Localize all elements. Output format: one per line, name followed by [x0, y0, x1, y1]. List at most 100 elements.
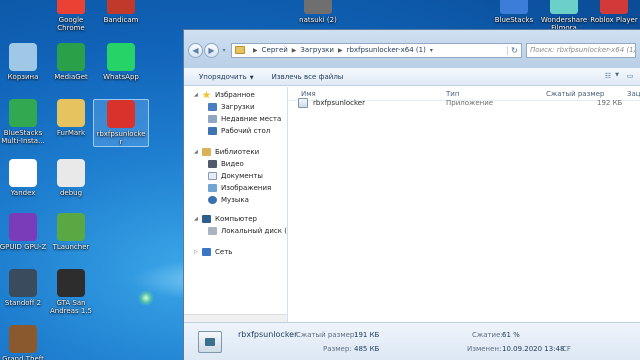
expand-icon[interactable]: ◢: [194, 216, 199, 222]
address-row: ◀ ▶ ▾ ▶ Сергей ▶ Загрузки ▶ rbxfpsunlock…: [188, 42, 636, 58]
column-name[interactable]: Имя: [301, 90, 316, 98]
desktop-icon-mediaget[interactable]: MediaGet: [43, 43, 99, 81]
bluestacks-icon: [500, 0, 528, 14]
desktop-icon-gta-sa[interactable]: GTA San Andreas 1.5: [43, 269, 99, 315]
desktop-icon-label: Roblox Player: [590, 16, 638, 24]
details-file-name: rbxfpsunlocker: [238, 330, 298, 339]
forward-button[interactable]: ▶: [204, 42, 219, 58]
desktop-icon-roblox-player[interactable]: Roblox Player: [586, 0, 640, 24]
details-date-label: Изменен:: [467, 345, 502, 353]
search-input[interactable]: Поиск: rbxfpsunlocker-x64 (1) ⌕: [526, 42, 636, 58]
nav-favorites[interactable]: ◢ Избранное: [194, 90, 255, 100]
nav-documents[interactable]: Документы: [208, 171, 263, 181]
whatsapp-icon: [107, 43, 135, 71]
standoff2-icon: [9, 269, 37, 297]
documents-icon: [208, 172, 217, 180]
file-compressed-size: 192 КБ: [597, 99, 623, 107]
chevron-down-icon[interactable]: ▾: [430, 47, 433, 54]
desktop-icon-grand-theft[interactable]: Grand Theft: [0, 325, 51, 360]
column-extra[interactable]: Зац: [627, 90, 640, 98]
desktop-icon-tlauncher[interactable]: TLauncher: [43, 213, 99, 251]
details-ratio-value: 61 %: [502, 331, 520, 339]
chevron-right-icon: ▶: [337, 46, 343, 54]
column-compressed-size[interactable]: Сжатый размер: [546, 90, 604, 98]
window-frame: ◀ ▶ ▾ ▶ Сергей ▶ Загрузки ▶ rbxfpsunlock…: [184, 30, 640, 68]
back-button[interactable]: ◀: [188, 42, 203, 58]
desktop-icon-label: MediaGet: [54, 73, 88, 81]
organize-button[interactable]: Упорядочить ▼: [199, 73, 254, 81]
desktop-icon-label: debug: [59, 189, 83, 197]
nav-label: Компьютер: [215, 215, 257, 223]
desktop-icon-bluestacks[interactable]: BlueStacks: [486, 0, 542, 24]
yandex-icon: [9, 159, 37, 187]
navigation-pane: ◢ Избранное Загрузки Недавние места Рабо…: [184, 87, 288, 323]
history-dropdown-icon[interactable]: ▾: [220, 47, 228, 54]
details-compressed-label: Сжатый размер:: [296, 331, 357, 339]
breadcrumb-item[interactable]: Сергей: [262, 46, 288, 54]
view-options-icon[interactable]: ☷: [602, 72, 614, 82]
expand-icon[interactable]: ▷: [194, 249, 199, 255]
desktop-icon-label: Bandicam: [103, 16, 139, 24]
desktop-icon-label: BlueStacks: [494, 16, 534, 24]
desktop-icon-bandicam[interactable]: Bandicam: [93, 0, 149, 24]
desktop-icon-wondershare[interactable]: Wondershare Filmora: [536, 0, 592, 32]
desktop-icon-label: WhatsApp: [103, 73, 139, 81]
nav-label: Сеть: [215, 248, 233, 256]
desktop-icon-label: natsuki (2): [299, 16, 337, 24]
table-row[interactable]: rbxfpsunlocker Приложение 192 КБ: [298, 98, 628, 110]
chevron-down-icon[interactable]: ▼: [614, 72, 620, 82]
extract-all-button[interactable]: Извлечь все файлы: [272, 73, 344, 81]
nav-music[interactable]: Музыка: [208, 195, 249, 205]
nav-label: Загрузки: [221, 103, 255, 111]
nav-label: Избранное: [215, 91, 255, 99]
file-name: rbxfpsunlocker: [313, 99, 365, 107]
application-icon: [198, 331, 222, 353]
preview-pane-icon[interactable]: ▭: [624, 72, 636, 82]
nav-images[interactable]: Изображения: [208, 183, 271, 193]
column-type[interactable]: Тип: [446, 90, 459, 98]
recycle-bin-icon: [9, 43, 37, 71]
desktop-icon-rbxfpsunlocker[interactable]: rbxfpsunlocke r: [93, 99, 149, 147]
gta-sa-icon: [57, 269, 85, 297]
nav-label: Видео: [221, 160, 244, 168]
nav-label: Недавние места: [221, 115, 282, 123]
desktop-icon-label: Grand Theft: [2, 355, 44, 360]
desktop-icon-whatsapp[interactable]: WhatsApp: [93, 43, 149, 81]
breadcrumb-item[interactable]: Загрузки: [300, 46, 334, 54]
downloads-folder-icon: [208, 103, 217, 111]
details-size-value: 485 КБ: [354, 345, 380, 353]
desktop-icon-debug[interactable]: debug: [43, 159, 99, 197]
gpuid-icon: [9, 213, 37, 241]
desktop-icon-label: rbxfpsunlocke r: [96, 130, 146, 146]
nav-desktop[interactable]: Рабочий стол: [208, 126, 270, 136]
desktop-icon-natsuki[interactable]: natsuki (2): [290, 0, 346, 24]
nav-recent[interactable]: Недавние места: [208, 114, 281, 124]
nav-network[interactable]: ▷ Сеть: [194, 247, 232, 257]
nav-local-disk[interactable]: Локальный диск (C: [208, 226, 287, 236]
nav-downloads[interactable]: Загрузки: [208, 102, 255, 112]
expand-icon[interactable]: ◢: [194, 92, 199, 98]
chevron-down-icon: ▼: [249, 74, 254, 81]
desktop-icon-furmark[interactable]: FurMark: [43, 99, 99, 137]
details-ratio-label: Сжатие:: [472, 331, 503, 339]
address-bar[interactable]: ▶ Сергей ▶ Загрузки ▶ rbxfpsunlocker-x64…: [231, 42, 522, 58]
details-compressed-value: 191 КБ: [354, 331, 380, 339]
nav-video[interactable]: Видео: [208, 159, 244, 169]
details-date-value: 10.09.2020 13:48: [502, 345, 565, 353]
grand-theft-icon: [9, 325, 37, 353]
recent-places-icon: [208, 115, 217, 123]
nav-libraries[interactable]: ◢ Библиотеки: [194, 147, 259, 157]
nav-computer[interactable]: ◢ Компьютер: [194, 214, 257, 224]
breadcrumb-item[interactable]: rbxfpsunlocker-x64 (1): [347, 46, 426, 54]
desktop-icon-google-chrome[interactable]: Google Chrome: [43, 0, 99, 32]
explorer-window[interactable]: ◀ ▶ ▾ ▶ Сергей ▶ Загрузки ▶ rbxfpsunlock…: [183, 29, 640, 360]
desktop-icon-label: FurMark: [56, 129, 86, 137]
desktop-icon-label: GTA San Andreas 1.5: [50, 299, 92, 315]
libraries-icon: [202, 148, 211, 156]
details-trailing: CF: [562, 345, 571, 353]
desktop-icon-label: Google Chrome: [57, 16, 85, 32]
roblox-player-icon: [600, 0, 628, 14]
search-placeholder: Поиск: rbxfpsunlocker-x64 (1): [530, 46, 636, 54]
refresh-icon[interactable]: ↻: [507, 45, 521, 55]
expand-icon[interactable]: ◢: [194, 149, 199, 155]
